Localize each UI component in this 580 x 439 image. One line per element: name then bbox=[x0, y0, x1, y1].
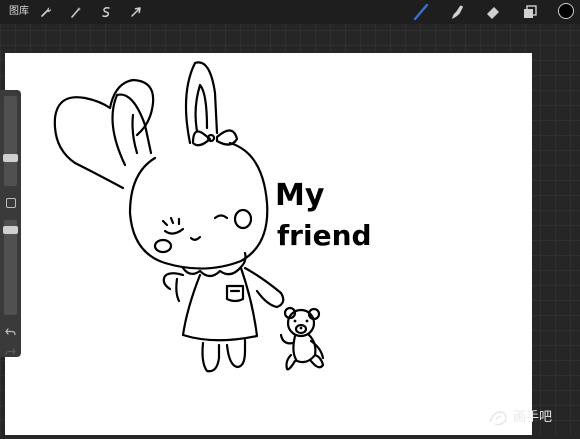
drawing-canvas[interactable]: My friend bbox=[5, 53, 532, 435]
wrench-icon[interactable] bbox=[37, 3, 55, 21]
magic-wand-icon[interactable] bbox=[67, 3, 85, 21]
watermark-logo-icon bbox=[489, 411, 507, 426]
gallery-button[interactable]: 图库 bbox=[9, 5, 29, 19]
drawing-text-friend: friend bbox=[277, 219, 372, 252]
drawing-text-my: My bbox=[275, 178, 325, 213]
color-picker-swatch[interactable] bbox=[558, 3, 574, 19]
watermark-text: 画手吧 bbox=[513, 410, 553, 425]
opacity-thumb[interactable] bbox=[3, 226, 18, 234]
brush-size-thumb[interactable] bbox=[3, 154, 18, 162]
brush-icon[interactable] bbox=[411, 2, 431, 22]
undo-icon[interactable] bbox=[5, 322, 16, 341]
square-icon[interactable] bbox=[6, 198, 16, 208]
smudge-icon[interactable] bbox=[447, 2, 467, 22]
top-toolbar: 图库 bbox=[0, 0, 580, 24]
left-sidebar bbox=[0, 90, 21, 357]
opacity-slider[interactable] bbox=[4, 220, 17, 315]
redo-icon[interactable] bbox=[5, 342, 16, 361]
watermark: 画手吧 bbox=[488, 406, 552, 430]
brush-size-slider[interactable] bbox=[4, 96, 17, 186]
heart-balloon bbox=[53, 78, 155, 165]
bunny-drawing: My friend bbox=[53, 61, 372, 373]
arrow-cursor-icon[interactable] bbox=[127, 3, 145, 21]
layers-icon[interactable] bbox=[520, 2, 540, 22]
selection-s-icon[interactable] bbox=[97, 3, 115, 21]
eraser-icon[interactable] bbox=[483, 2, 503, 22]
